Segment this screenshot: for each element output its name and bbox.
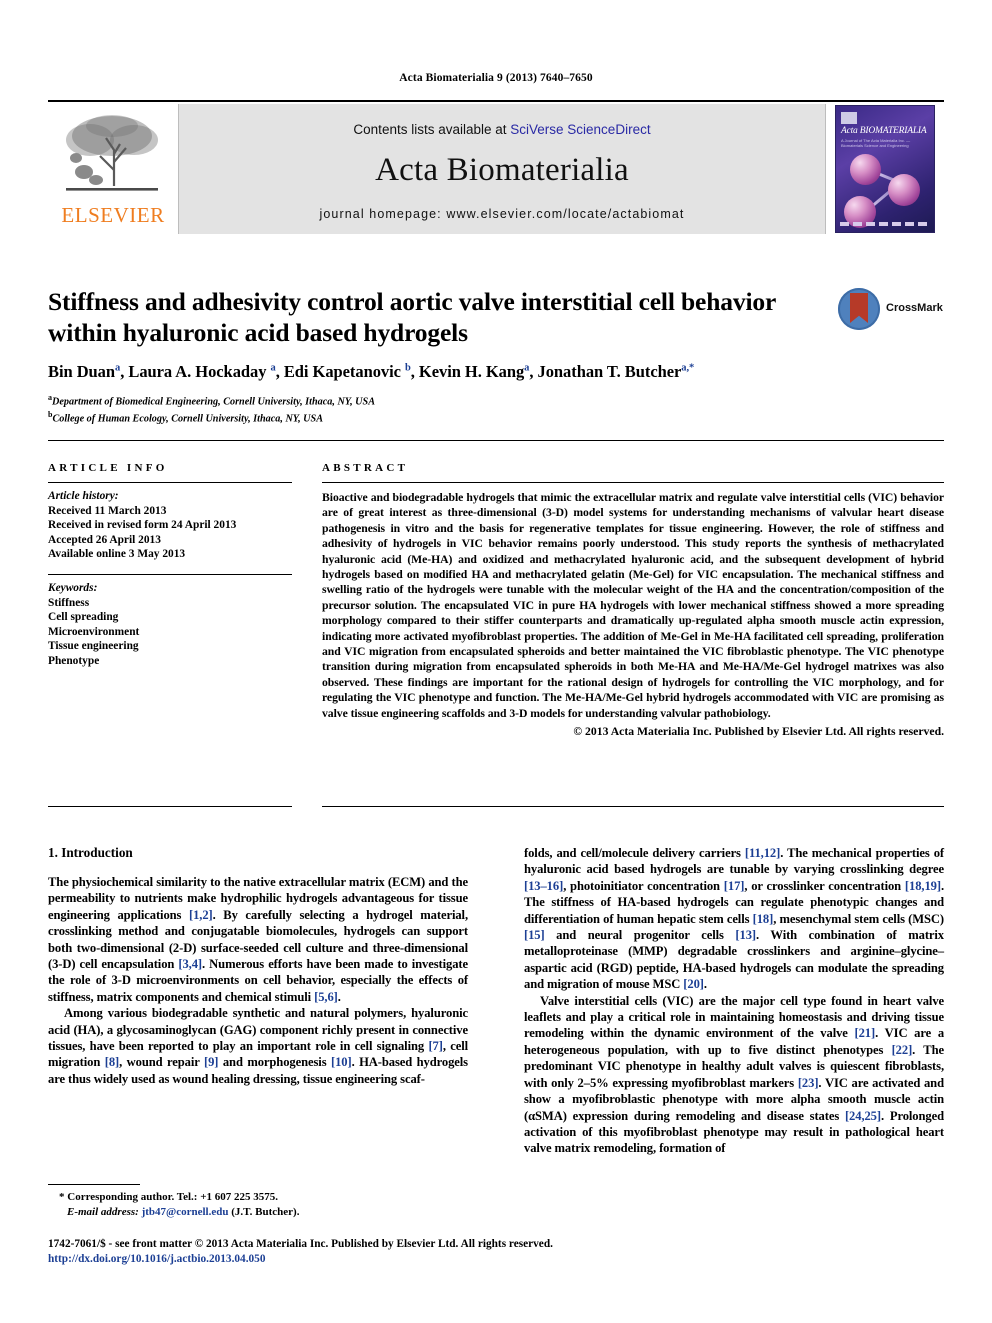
masthead-center-band: Contents lists available at SciVerse Sci…: [178, 104, 826, 234]
body-paragraph: Among various biodegradable synthetic an…: [48, 1006, 468, 1086]
cover-elsevier-icon: [841, 112, 857, 124]
keywords-block: Keywords: Stiffness Cell spreading Micro…: [48, 581, 292, 669]
body-paragraph: Valve interstitial cells (VIC) are the m…: [524, 993, 945, 1156]
abstract-section: ABSTRACT Bioactive and biodegradable hyd…: [322, 462, 944, 738]
keyword-item: Phenotype: [48, 654, 100, 667]
affiliation-text-b: College of Human Ecology, Cornell Univer…: [52, 413, 323, 425]
article-info-section: ARTICLE INFO Article history: Received 1…: [48, 462, 292, 669]
author-list: Bin Duana, Laura A. Hockaday a, Edi Kape…: [48, 362, 695, 381]
abstract-body: Bioactive and biodegradable hydrogels th…: [322, 491, 944, 720]
cover-sphere-1: [850, 154, 881, 185]
elsevier-logo: ELSEVIER: [48, 104, 178, 234]
keyword-item: Tissue engineering: [48, 640, 139, 653]
article-history-label: Article history:: [48, 490, 119, 502]
cover-subtitle: A Journal of The Acta Materialia Inc. — …: [841, 138, 911, 148]
section-title-introduction: 1. Introduction: [48, 845, 133, 860]
divider-above-abstract: [48, 440, 944, 441]
footnote-marker: *: [59, 1191, 65, 1203]
abstract-heading: ABSTRACT: [322, 462, 409, 474]
page-title: Stiffness and adhesivity control aortic …: [48, 287, 776, 347]
crossmark-circle-icon: [838, 288, 880, 330]
keyword-item: Cell spreading: [48, 611, 119, 624]
journal-masthead: ELSEVIER Contents lists available at Sci…: [48, 100, 944, 234]
keywords-label: Keywords:: [48, 581, 98, 594]
cover-title: Acta BIOMATERIALIA: [841, 126, 927, 136]
article-info-heading: ARTICLE INFO: [48, 462, 168, 474]
email-address-label: E-mail address:: [67, 1205, 139, 1218]
crossmark-label: CrossMark: [886, 302, 943, 314]
paper-page: Acta Biomaterialia 9 (2013) 7640–7650 EL…: [0, 0, 992, 1323]
body-column-left: 1. Introduction The physiochemical simil…: [48, 845, 468, 1087]
body-column-right: folds, and cell/molecule delivery carrie…: [524, 845, 944, 1157]
abstract-rule: [322, 482, 944, 483]
footnote-corresponding-text: Corresponding author. Tel.: +1 607 225 3…: [67, 1191, 278, 1203]
divider-below-article-info: [48, 806, 292, 807]
affiliation-text-a: Department of Biomedical Engineering, Co…: [52, 396, 375, 408]
running-head: Acta Biomaterialia 9 (2013) 7640–7650: [399, 72, 593, 84]
elsevier-tree-icon: [66, 115, 158, 191]
doi-link[interactable]: http://dx.doi.org/10.1016/j.actbio.2013.…: [48, 1252, 944, 1267]
crossmark-ribbon-icon: [850, 293, 868, 323]
cover-sphere-2: [888, 174, 920, 206]
keyword-item: Microenvironment: [48, 625, 140, 638]
journal-homepage-line[interactable]: journal homepage: www.elsevier.com/locat…: [179, 207, 825, 221]
elsevier-wordmark: ELSEVIER: [61, 203, 165, 227]
keyword-item: Stiffness: [48, 596, 90, 609]
affiliations: aDepartment of Biomedical Engineering, C…: [48, 391, 944, 426]
journal-title: Acta Biomaterialia: [375, 152, 629, 188]
footnote-line-1: * Corresponding author. Tel.: +1 607 225…: [48, 1190, 468, 1205]
contents-lists-line: Contents lists available at SciVerse Sci…: [179, 122, 825, 137]
corresponding-author-footnote: * Corresponding author. Tel.: +1 607 225…: [48, 1190, 468, 1219]
journal-cover: Acta BIOMATERIALIA A Journal of The Acta…: [826, 104, 944, 234]
page-footer: 1742-7061/$ - see front matter © 2013 Ac…: [48, 1237, 944, 1267]
affiliation-a: aDepartment of Biomedical Engineering, C…: [48, 391, 944, 408]
email-address-owner: (J.T. Butcher).: [231, 1205, 300, 1218]
footnote-divider: [48, 1184, 140, 1185]
cover-footer-strip: [840, 222, 930, 226]
history-item: Accepted 26 April 2013: [48, 533, 161, 546]
title-block: Stiffness and adhesivity control aortic …: [48, 286, 944, 426]
sciencedirect-link[interactable]: SciVerse ScienceDirect: [510, 122, 650, 137]
divider-below-abstract: [322, 806, 944, 807]
contents-prefix: Contents lists available at: [353, 122, 511, 137]
affiliation-b: bCollege of Human Ecology, Cornell Unive…: [48, 408, 944, 425]
body-paragraph: The physiochemical similarity to the nat…: [48, 875, 468, 1004]
abstract-copyright: © 2013 Acta Materialia Inc. Published by…: [573, 725, 944, 739]
keywords-rule: [48, 573, 292, 575]
email-address-link[interactable]: jtb47@cornell.edu: [142, 1206, 229, 1218]
history-item: Received 11 March 2013: [48, 504, 167, 517]
body-paragraph: folds, and cell/molecule delivery carrie…: [524, 846, 944, 992]
history-item: Received in revised form 24 April 2013: [48, 519, 237, 532]
article-info-rule: [48, 482, 292, 483]
article-history: Article history: Received 11 March 2013 …: [48, 489, 292, 562]
history-item: Available online 3 May 2013: [48, 548, 186, 561]
issn-copyright-line: 1742-7061/$ - see front matter © 2013 Ac…: [48, 1238, 553, 1250]
footnote-line-2: E-mail address: jtb47@cornell.edu (J.T. …: [48, 1205, 468, 1220]
journal-cover-image: Acta BIOMATERIALIA A Journal of The Acta…: [835, 105, 935, 233]
crossmark-badge[interactable]: CrossMark: [838, 288, 944, 336]
